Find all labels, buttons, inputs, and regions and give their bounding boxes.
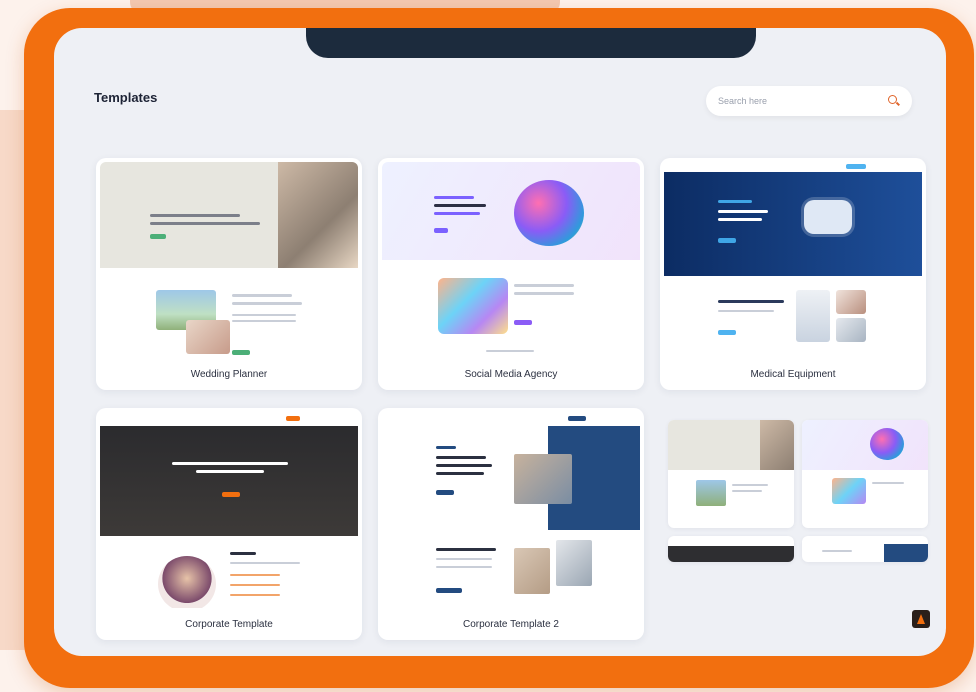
thumbnail-hero <box>664 172 922 276</box>
mini-template-preview[interactable] <box>668 536 794 562</box>
thumbnail-image <box>278 162 358 268</box>
thumbnail-image <box>514 548 550 594</box>
thumbnail-image <box>514 454 572 504</box>
thumbnail-hero <box>382 162 640 260</box>
tablet-notch <box>306 28 756 58</box>
thumbnail-image <box>804 200 852 234</box>
thumbnail-image <box>556 540 592 586</box>
thumbnail-hero <box>100 426 358 536</box>
template-thumbnail <box>382 412 640 608</box>
tablet-frame: Templates Wedding Planner <box>24 8 974 688</box>
mini-template-preview[interactable] <box>802 536 928 562</box>
thumbnail-image <box>158 556 216 608</box>
template-name: Corporate Template 2 <box>463 619 559 630</box>
thumbnail-image <box>438 278 508 334</box>
template-name: Social Media Agency <box>464 369 558 380</box>
page-title: Templates <box>94 90 158 105</box>
search-bar[interactable] <box>706 86 912 116</box>
brand-logo-icon <box>912 610 930 628</box>
template-thumbnail <box>382 162 640 358</box>
thumbnail-image <box>186 320 230 354</box>
template-card-medical-equipment[interactable]: Medical Equipment <box>660 158 926 390</box>
thumbnail-image <box>796 290 830 342</box>
template-name: Wedding Planner <box>190 369 268 380</box>
template-thumbnail <box>100 162 358 358</box>
template-name: Corporate Template <box>185 619 273 630</box>
template-card-social-media-agency[interactable]: Social Media Agency <box>378 158 644 390</box>
mini-template-preview[interactable] <box>802 420 928 528</box>
thumbnail-image <box>836 318 866 342</box>
mini-template-preview[interactable] <box>668 420 794 528</box>
template-card-corporate-template[interactable]: Corporate Template <box>96 408 362 640</box>
thumbnail-image <box>514 180 584 246</box>
template-thumbnail <box>664 162 922 358</box>
tablet-screen: Templates Wedding Planner <box>54 28 946 656</box>
template-name: Medical Equipment <box>750 369 836 380</box>
thumbnail-image <box>836 290 866 314</box>
template-card-wedding-planner[interactable]: Wedding Planner <box>96 158 362 390</box>
search-icon[interactable] <box>888 95 900 107</box>
template-card-corporate-template-2[interactable]: Corporate Template 2 <box>378 408 644 640</box>
template-thumbnail <box>100 412 358 608</box>
search-input[interactable] <box>718 96 888 106</box>
